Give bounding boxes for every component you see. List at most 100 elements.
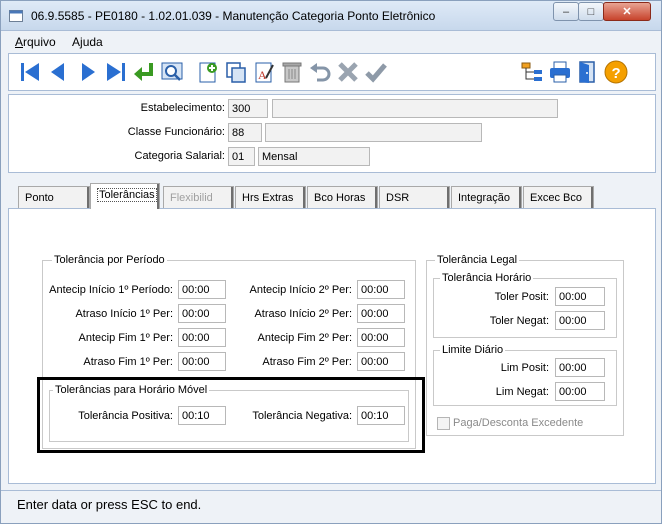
edit-record-icon: A: [255, 62, 274, 83]
antecip-inicio-2-field[interactable]: 00:00: [357, 280, 405, 299]
goto-button[interactable]: [131, 59, 157, 85]
tolerancia-periodo-title: Tolerância por Período: [52, 254, 167, 266]
exit-door-icon: [579, 61, 595, 83]
tabs-area: Ponto Tolerâncias Flexibilid Hrs Extras …: [8, 181, 656, 484]
printer-icon: [550, 61, 570, 83]
close-button[interactable]: ✕: [603, 2, 651, 21]
toler-posit-field[interactable]: 00:00: [555, 287, 605, 306]
header-panel: Estabelecimento: 300 Classe Funcionário:…: [8, 94, 656, 173]
paga-desconta-label: Paga/Desconta Excedente: [453, 417, 584, 429]
tab-flexibilid-label: Flexibilid: [170, 192, 213, 204]
zoom-search-icon: [161, 62, 183, 81]
atraso-inicio-2-label: Atraso Início 2º Per:: [254, 308, 352, 320]
status-text: Enter data or press ESC to end.: [17, 497, 202, 512]
antecip-inicio-1-label: Antecip Início 1º Período:: [49, 284, 173, 296]
lim-negat-field[interactable]: 00:00: [555, 382, 605, 401]
lim-posit-field[interactable]: 00:00: [555, 358, 605, 377]
atraso-fim-1-field[interactable]: 00:00: [178, 352, 226, 371]
trash-icon: [282, 62, 302, 83]
next-record-button[interactable]: [75, 59, 101, 85]
tab-flexibilid: Flexibilid: [163, 186, 234, 208]
edit-record-button[interactable]: A: [251, 59, 277, 85]
previous-record-icon: [51, 63, 64, 81]
tab-hrs-extras-label: Hrs Extras: [242, 192, 294, 204]
help-button[interactable]: ?: [603, 59, 629, 85]
maximize-button[interactable]: □: [578, 2, 604, 21]
tolerancia-horario-title: Tolerância Horário: [440, 272, 534, 284]
antecip-inicio-2-label: Antecip Início 2º Per:: [249, 284, 352, 296]
help-icon: ?: [604, 60, 628, 84]
first-record-icon: [21, 63, 39, 81]
tab-excec-bco-label: Excec Bco: [530, 192, 582, 204]
toler-negat-label: Toler Negat:: [489, 315, 549, 327]
app-icon: [9, 10, 23, 22]
check-icon: [365, 63, 387, 83]
tolerancia-legal-title: Tolerância Legal: [435, 254, 520, 266]
undo-icon: [310, 63, 331, 82]
first-record-button[interactable]: [17, 59, 43, 85]
atraso-inicio-2-field[interactable]: 00:00: [357, 304, 405, 323]
app-window: 06.9.5585 - PE0180 - 1.02.01.039 - Manut…: [0, 0, 662, 524]
window-title: 06.9.5585 - PE0180 - 1.02.01.039 - Manut…: [31, 9, 436, 23]
minimize-button[interactable]: –: [553, 2, 579, 21]
title-bar: 06.9.5585 - PE0180 - 1.02.01.039 - Manut…: [1, 1, 661, 31]
categoria-label: Categoria Salarial:: [134, 150, 226, 162]
antecip-fim-2-field[interactable]: 00:00: [357, 328, 405, 347]
tab-dsr[interactable]: DSR: [379, 186, 450, 208]
next-record-icon: [82, 63, 95, 81]
exit-button[interactable]: [575, 59, 601, 85]
ok-button[interactable]: [363, 59, 389, 85]
estabelecimento-label: Estabelecimento:: [140, 102, 225, 114]
atraso-inicio-1-label: Atraso Início 1º Per:: [75, 308, 173, 320]
undo-button[interactable]: [307, 59, 333, 85]
atraso-fim-2-label: Atraso Fim 2º Per:: [262, 356, 352, 368]
tab-hrs-extras[interactable]: Hrs Extras: [235, 186, 306, 208]
search-button[interactable]: [159, 59, 185, 85]
limite-diario-title: Limite Diário: [440, 344, 506, 356]
copy-record-button[interactable]: [223, 59, 249, 85]
tree-icon: [521, 62, 542, 81]
svg-text:?: ?: [612, 65, 621, 82]
menu-ajuda-label: Ajuda: [72, 35, 103, 49]
cancel-x-icon: [338, 62, 358, 82]
tab-bco-horas-label: Bco Horas: [314, 192, 366, 204]
tree-button[interactable]: [519, 59, 545, 85]
menu-mnemonic: j: [80, 35, 83, 49]
tab-integracao-label: Integração: [458, 192, 510, 204]
atraso-fim-1-label: Atraso Fim 1º Per:: [83, 356, 173, 368]
menu-mnemonic: A: [15, 35, 24, 49]
tab-tolerancias-label: Tolerâncias: [97, 188, 157, 202]
atraso-fim-2-field[interactable]: 00:00: [357, 352, 405, 371]
tab-ponto[interactable]: Ponto: [18, 186, 90, 208]
delete-button[interactable]: [279, 59, 305, 85]
last-record-button[interactable]: [103, 59, 129, 85]
paga-desconta-checkbox: [437, 417, 450, 430]
tab-excec-bco[interactable]: Excec Bco: [523, 186, 594, 208]
tab-bco-horas[interactable]: Bco Horas: [307, 186, 378, 208]
categoria-code: 01: [228, 147, 255, 166]
previous-record-button[interactable]: [45, 59, 71, 85]
highlight-box: [37, 377, 425, 453]
categoria-desc: Mensal: [258, 147, 370, 166]
estabelecimento-code: 300: [228, 99, 268, 118]
menu-arquivo[interactable]: Arquivo: [15, 35, 56, 49]
lim-posit-label: Lim Posit:: [500, 362, 549, 374]
toler-negat-field[interactable]: 00:00: [555, 311, 605, 330]
tab-tolerancias[interactable]: Tolerâncias: [90, 183, 160, 209]
cancel-button[interactable]: [335, 59, 361, 85]
antecip-fim-1-field[interactable]: 00:00: [178, 328, 226, 347]
antecip-inicio-1-field[interactable]: 00:00: [178, 280, 226, 299]
atraso-inicio-1-field[interactable]: 00:00: [178, 304, 226, 323]
add-record-icon: [199, 62, 217, 83]
goto-icon: [134, 63, 153, 81]
antecip-fim-1-label: Antecip Fim 1º Per:: [78, 332, 174, 344]
copy-record-icon: [226, 62, 246, 83]
menu-ajuda[interactable]: Ajuda: [72, 35, 103, 49]
estabelecimento-desc: [272, 99, 558, 118]
add-record-button[interactable]: [195, 59, 221, 85]
tab-integracao[interactable]: Integração: [451, 186, 522, 208]
antecip-fim-2-label: Antecip Fim 2º Per:: [257, 332, 353, 344]
classe-code: 88: [228, 123, 262, 142]
print-button[interactable]: [547, 59, 573, 85]
svg-text:A: A: [258, 68, 267, 82]
